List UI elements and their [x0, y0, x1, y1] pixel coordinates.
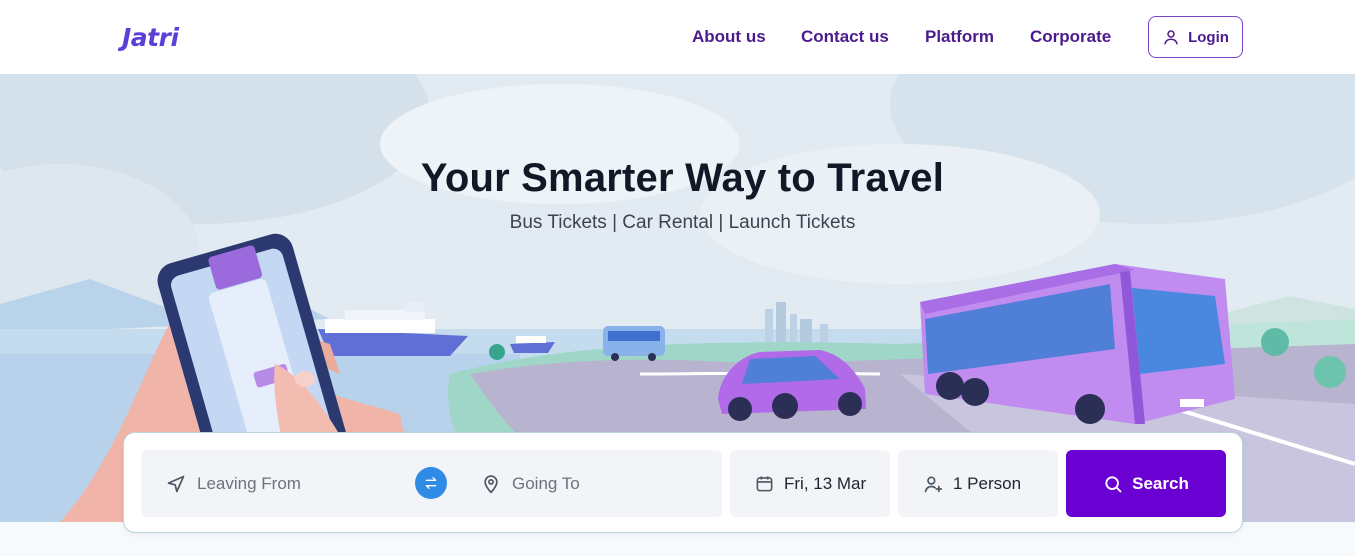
passenger-selector[interactable]: 1 Person — [898, 450, 1058, 517]
date-picker[interactable]: Fri, 13 Mar — [730, 450, 890, 517]
leaving-from-placeholder: Leaving From — [197, 473, 301, 493]
brand-logo-text: Jatri — [122, 22, 179, 52]
passenger-count: 1 Person — [953, 473, 1022, 493]
going-to-placeholder: Going To — [512, 473, 580, 493]
map-pin-icon — [484, 474, 498, 494]
hero-title: Your Smarter Way to Travel — [420, 156, 945, 200]
search-icon — [1105, 475, 1122, 492]
user-icon — [1164, 30, 1178, 45]
site-header: Jatri About us Contact us Platform Corpo… — [0, 0, 1355, 74]
nav-corporate[interactable]: Corporate — [1030, 27, 1111, 47]
nav-about-us[interactable]: About us — [692, 27, 766, 47]
login-button[interactable]: Login — [1148, 16, 1243, 58]
search-button-label: Search — [1132, 473, 1189, 493]
brand-logo[interactable]: Jatri — [122, 17, 179, 57]
calendar-icon — [756, 476, 773, 492]
search-button[interactable]: Search — [1066, 450, 1226, 517]
nav-contact-us[interactable]: Contact us — [801, 27, 889, 47]
date-value: Fri, 13 Mar — [784, 473, 867, 493]
ticket-search-form: Leaving From Going To Fri, 13 Mar 1 Pers… — [123, 432, 1243, 533]
swap-locations-button[interactable] — [415, 467, 447, 499]
swap-icon — [425, 477, 437, 489]
going-to-input[interactable]: Going To — [481, 450, 722, 517]
nav-platform[interactable]: Platform — [925, 27, 994, 47]
user-plus-icon — [924, 476, 943, 492]
leaving-from-input[interactable]: Leaving From — [141, 450, 432, 517]
navigation-arrow-icon — [167, 475, 185, 492]
login-label: Login — [1188, 28, 1229, 46]
hero-subtitle: Bus Tickets | Car Rental | Launch Ticket… — [509, 212, 856, 233]
